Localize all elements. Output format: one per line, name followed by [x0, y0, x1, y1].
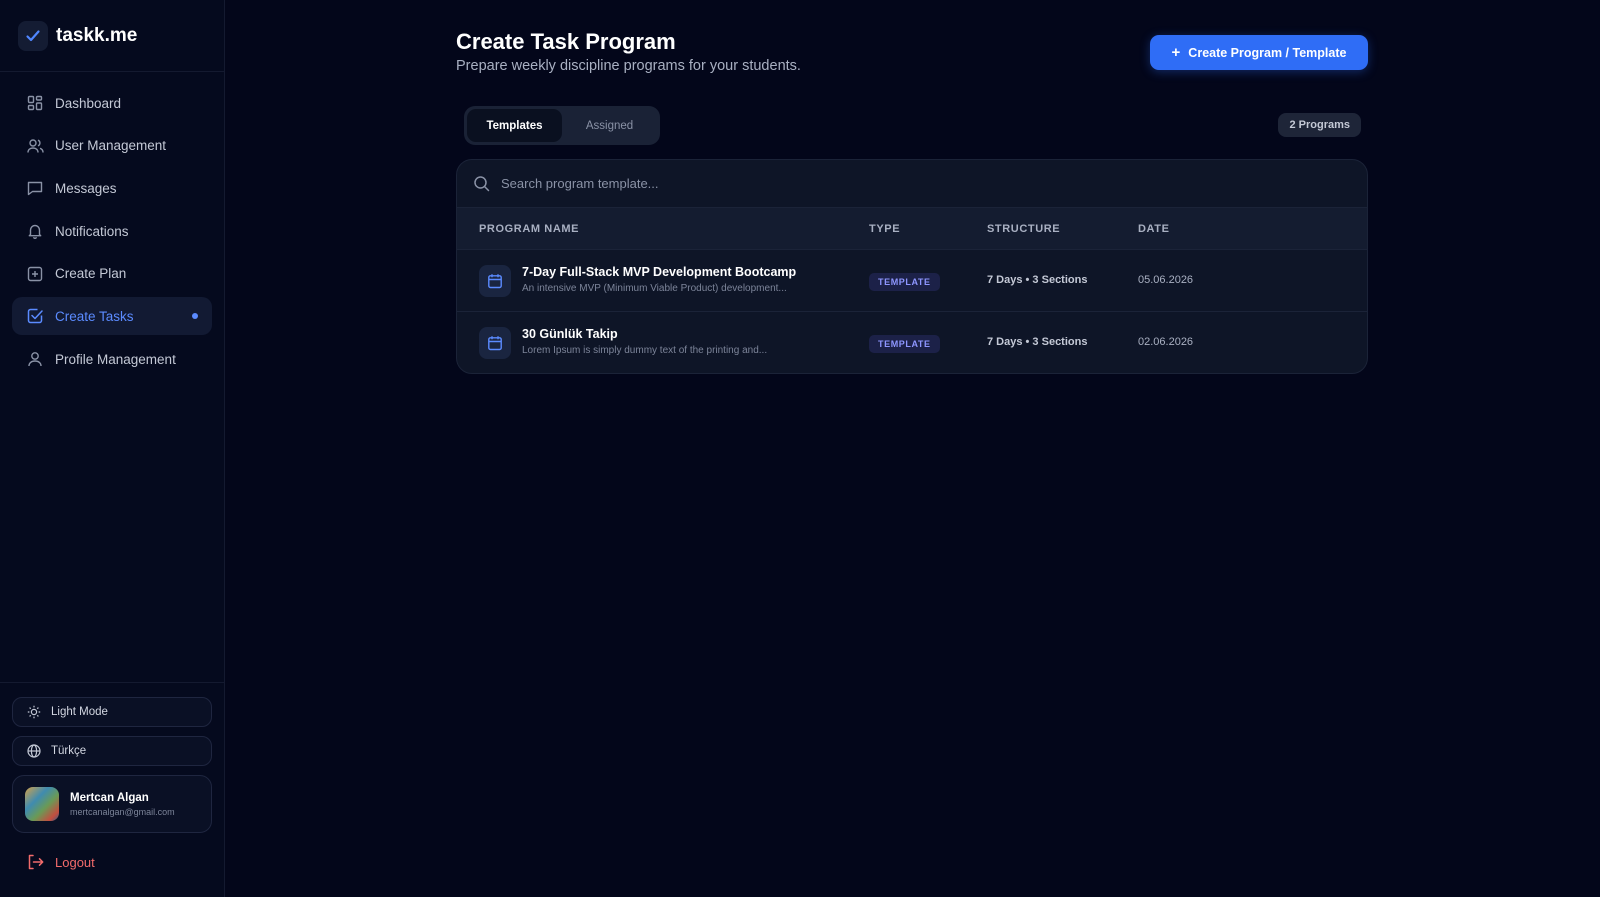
language-selector[interactable]: Türkçe — [12, 736, 212, 766]
sun-icon — [27, 705, 41, 719]
logout-icon — [26, 853, 44, 871]
program-description: An intensive MVP (Minimum Viable Product… — [522, 283, 787, 294]
sidebar-nav: Dashboard User Management Messages Notif… — [0, 72, 224, 378]
tab-assigned[interactable]: Assigned — [562, 109, 657, 142]
avatar — [25, 787, 59, 821]
program-description: Lorem Ipsum is simply dummy text of the … — [522, 345, 768, 356]
brand[interactable]: taskk.me — [0, 0, 224, 72]
calendar-icon — [479, 327, 511, 359]
user-name: Mertcan Algan — [70, 791, 149, 804]
program-title: 30 Günlük Takip — [522, 327, 618, 341]
program-count-badge: 2 Programs — [1278, 113, 1361, 137]
program-title: 7-Day Full-Stack MVP Development Bootcam… — [522, 265, 797, 279]
language-label: Türkçe — [51, 745, 87, 757]
program-table-panel: PROGRAM NAME TYPE STRUCTURE DATE 7-Day F… — [456, 159, 1368, 374]
sidebar-item-create-tasks[interactable]: Create Tasks — [12, 297, 212, 336]
users-icon — [26, 137, 44, 155]
table-header: PROGRAM NAME TYPE STRUCTURE DATE — [457, 208, 1367, 250]
sidebar-item-notifications[interactable]: Notifications — [12, 212, 212, 250]
page-title: Create Task Program — [456, 29, 676, 54]
create-program-button[interactable]: + Create Program / Template — [1150, 35, 1368, 70]
sidebar-item-label: Messages — [55, 180, 117, 196]
plus-square-icon — [26, 265, 44, 283]
sidebar-item-user-management[interactable]: User Management — [12, 127, 212, 165]
search-bar — [457, 160, 1367, 208]
column-header-structure[interactable]: STRUCTURE — [987, 223, 1060, 235]
column-header-type[interactable]: TYPE — [869, 223, 900, 235]
globe-icon — [27, 744, 41, 758]
user-email: mertcanalgan@gmail.com — [70, 806, 175, 817]
search-input[interactable] — [501, 176, 1101, 191]
plus-icon: + — [1171, 44, 1181, 61]
user-profile-card[interactable]: Mertcan Algan mertcanalgan@gmail.com — [12, 775, 212, 833]
sidebar-item-label: Create Plan — [55, 266, 127, 282]
column-header-date[interactable]: DATE — [1138, 223, 1170, 235]
sidebar-item-label: Notifications — [55, 223, 129, 239]
logout-button[interactable]: Logout — [12, 842, 212, 882]
sidebar-item-create-plan[interactable]: Create Plan — [12, 255, 212, 293]
brand-name: taskk.me — [56, 24, 138, 46]
user-icon — [26, 350, 44, 368]
check-icon — [18, 20, 48, 51]
table-row[interactable]: 7-Day Full-Stack MVP Development Bootcam… — [457, 250, 1367, 312]
create-program-label: Create Program / Template — [1188, 45, 1347, 60]
table-row[interactable]: 30 Günlük Takip Lorem Ipsum is simply du… — [457, 312, 1367, 373]
grid-icon — [26, 94, 44, 112]
program-structure: 7 Days • 3 Sections — [987, 274, 1088, 286]
program-structure: 7 Days • 3 Sections — [987, 336, 1088, 348]
light-mode-label: Light Mode — [51, 706, 108, 718]
logout-label: Logout — [55, 854, 95, 870]
bell-icon — [26, 222, 44, 240]
check-square-icon — [26, 307, 44, 325]
light-mode-toggle[interactable]: Light Mode — [12, 697, 212, 727]
program-tabs: Templates Assigned — [464, 106, 660, 145]
type-badge: TEMPLATE — [869, 335, 940, 353]
sidebar-item-label: Profile Management — [55, 351, 176, 367]
sidebar-item-dashboard[interactable]: Dashboard — [12, 84, 212, 122]
search-icon — [472, 175, 490, 193]
type-badge: TEMPLATE — [869, 273, 940, 291]
tab-templates[interactable]: Templates — [467, 109, 562, 142]
sidebar: taskk.me Dashboard User Management Messa… — [0, 0, 225, 897]
column-header-program-name[interactable]: PROGRAM NAME — [479, 223, 579, 235]
message-icon — [26, 179, 44, 197]
sidebar-item-label: User Management — [55, 138, 167, 154]
sidebar-item-messages[interactable]: Messages — [12, 169, 212, 207]
sidebar-item-label: Create Tasks — [55, 308, 134, 324]
sidebar-item-label: Dashboard — [55, 95, 122, 111]
page-subtitle: Prepare weekly discipline programs for y… — [456, 58, 801, 74]
active-indicator-dot — [192, 313, 198, 320]
program-date: 05.06.2026 — [1138, 274, 1194, 286]
sidebar-item-profile-management[interactable]: Profile Management — [12, 340, 212, 378]
calendar-icon — [479, 265, 511, 297]
sidebar-footer: Light Mode Türkçe Mertcan Algan mertcana… — [0, 682, 224, 897]
program-date: 02.06.2026 — [1138, 336, 1194, 348]
